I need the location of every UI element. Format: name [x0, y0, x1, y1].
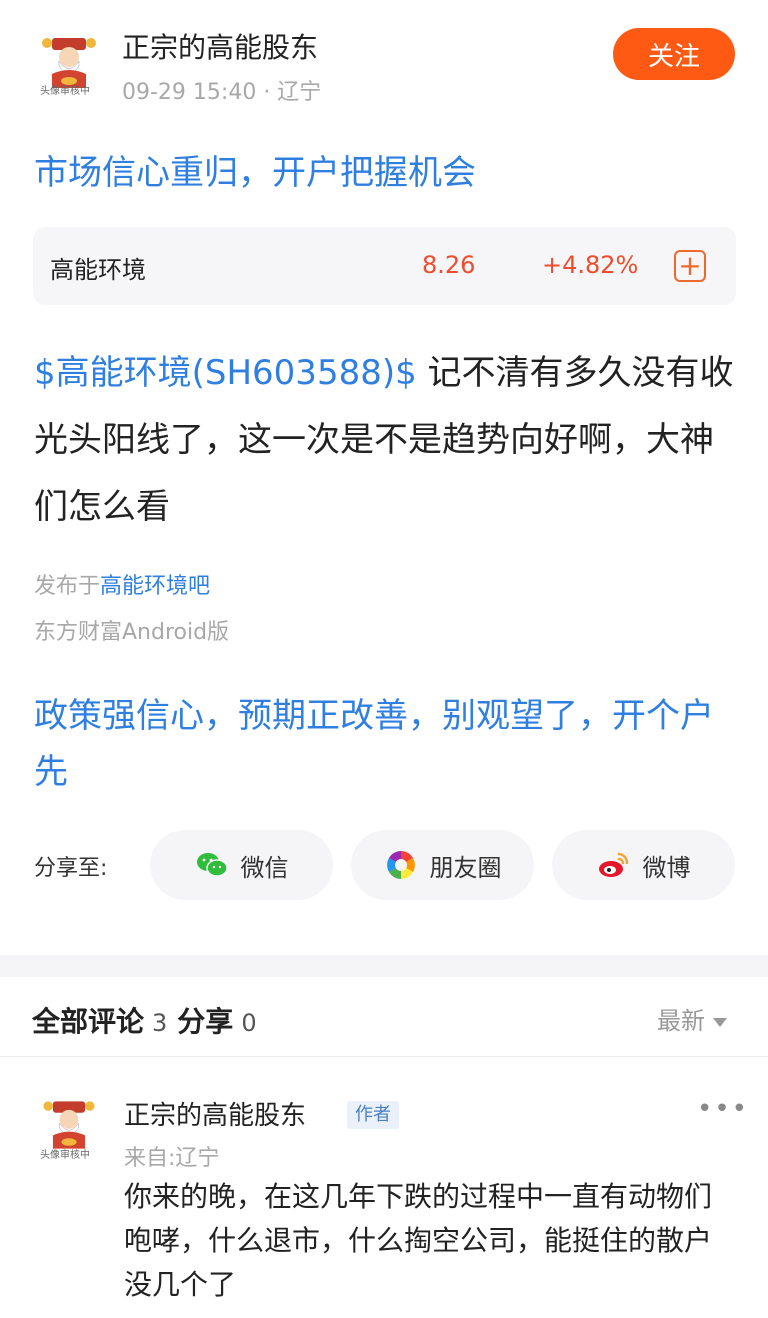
share-weibo-button[interactable]: 微博	[552, 830, 735, 900]
client-info: 东方财富Android版	[34, 620, 230, 645]
posted-prefix: 发布于	[34, 574, 101, 599]
caret-down-icon	[713, 1017, 727, 1027]
comment-text[interactable]: 你来的晚，在这几年下跌的过程中一直有动物们咆哮，什么退市，什么掏空公司，能挺住的…	[124, 1175, 739, 1307]
post-title[interactable]: 市场信心重归，开户把握机会	[34, 145, 476, 194]
wechat-icon	[196, 853, 228, 877]
avatar-caption: 头像审核中	[40, 86, 90, 97]
divider-line	[0, 1056, 768, 1057]
stock-change: +4.82%	[542, 251, 639, 279]
section-divider	[0, 955, 768, 977]
posted-in: 发布于高能环境吧	[34, 568, 210, 600]
share-count: 0	[241, 1009, 257, 1037]
tab-all-comments[interactable]: 全部评论	[32, 1005, 144, 1038]
author-badge: 作者	[347, 1101, 399, 1129]
comments-header: 全部评论 3 分享 0	[32, 1000, 267, 1040]
share-weibo-label: 微博	[642, 853, 691, 882]
stock-name: 高能环境	[50, 256, 146, 284]
add-watchlist-icon[interactable]: +	[674, 250, 706, 282]
share-moments-button[interactable]: 朋友圈	[351, 830, 534, 900]
stock-price: 8.26	[422, 251, 476, 279]
share-moments-label: 朋友圈	[429, 853, 502, 882]
add-symbol: +	[678, 249, 702, 282]
post-meta: 09-29 15:40 · 辽宁	[122, 80, 322, 105]
more-options-icon[interactable]: •••	[697, 1094, 749, 1124]
comment-avatar-caption: 头像审核中	[40, 1150, 90, 1161]
comment-author[interactable]: 正宗的高能股东	[124, 1095, 306, 1132]
moments-icon	[386, 851, 415, 879]
author-name[interactable]: 正宗的高能股东	[122, 26, 318, 66]
board-link[interactable]: 高能环境吧	[100, 574, 210, 599]
sort-label: 最新	[657, 1007, 705, 1035]
stock-tag-link[interactable]: $高能环境(SH603588)$	[34, 353, 417, 393]
weibo-icon	[598, 852, 628, 877]
post-body: $高能环境(SH603588)$ 记不清有多久没有收光头阳线了，这一次是不是趋势…	[34, 340, 744, 541]
follow-button[interactable]: 关注	[613, 28, 735, 80]
sort-dropdown[interactable]: 最新	[657, 1001, 727, 1036]
promo-link[interactable]: 政策强信心，预期正改善，别观望了，开个户先	[34, 688, 734, 800]
share-label: 分享至:	[34, 856, 108, 881]
comment-count: 3	[152, 1009, 168, 1037]
share-wechat-button[interactable]: 微信	[150, 830, 333, 900]
tab-shares[interactable]: 分享	[177, 1005, 233, 1038]
share-wechat-label: 微信	[240, 853, 289, 882]
comment-location: 来自:辽宁	[124, 1146, 220, 1171]
